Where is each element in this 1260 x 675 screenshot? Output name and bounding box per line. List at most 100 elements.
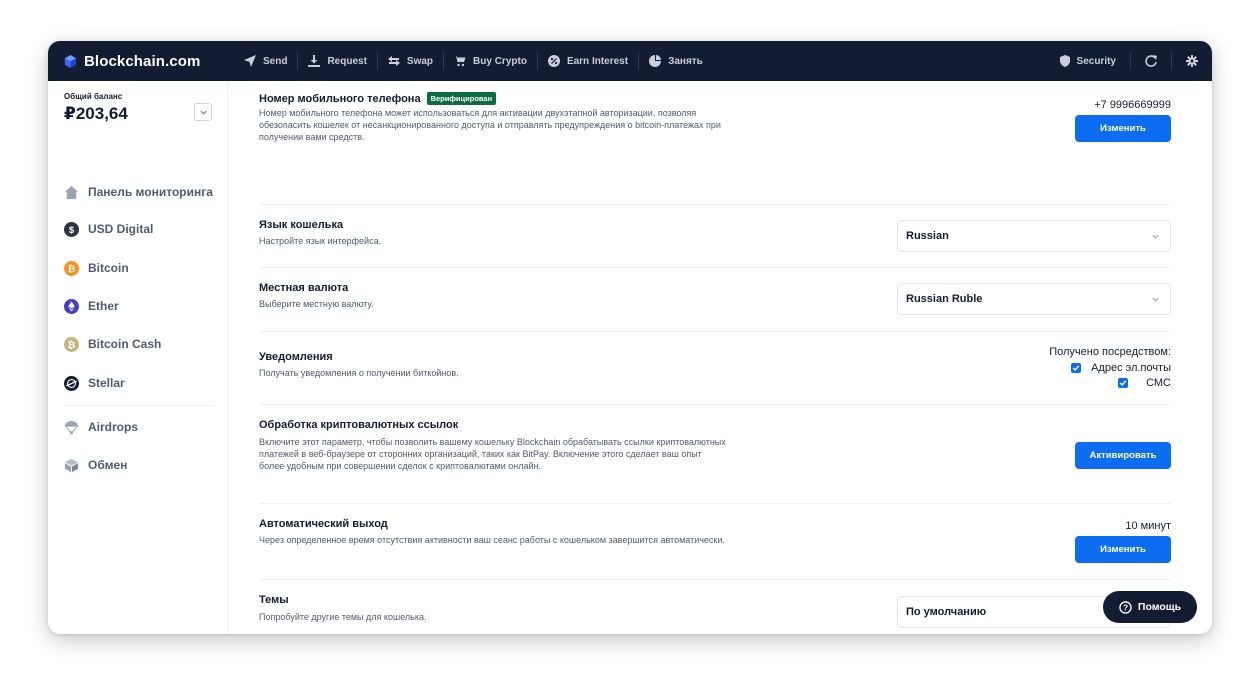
svg-text:$: $	[69, 224, 75, 234]
sidebar-item-label: Bitcoin Cash	[88, 337, 162, 351]
app-window: Blockchain.com Send Request Swap Buy Cry…	[48, 41, 1212, 634]
help-label: Помощь	[1137, 601, 1182, 613]
pie-icon	[649, 55, 662, 67]
nav-swap-label: Swap	[406, 55, 434, 67]
chevron-down-icon	[1152, 234, 1159, 239]
sms-option-label: СМС	[1146, 377, 1171, 389]
nav-request[interactable]: Request	[298, 52, 378, 70]
nav-swap[interactable]: Swap	[378, 52, 445, 70]
help-button[interactable]: ? Помощь	[1103, 591, 1197, 623]
security-label: Security	[1076, 55, 1116, 67]
settings-panel: Номер мобильного телефона Верифицирован …	[259, 81, 1171, 634]
nav-earn-interest[interactable]: Earn Interest	[538, 52, 640, 70]
currency-selected-value: Russian Ruble	[906, 293, 983, 305]
chevron-down-icon	[199, 110, 207, 115]
sidebar-item-label: Ether	[88, 299, 119, 313]
currency-select[interactable]: Russian Ruble	[897, 283, 1171, 315]
nav-buy-crypto[interactable]: Buy Crypto	[444, 52, 538, 70]
themes-selected-value: По умолчанию	[906, 606, 987, 618]
setting-row-auto-logout: Автоматический выход Через определенное …	[259, 504, 1171, 580]
language-selected-value: Russian	[906, 230, 949, 242]
sidebar-item-label: Stellar	[88, 376, 125, 390]
brand-logo[interactable]: Blockchain.com	[63, 41, 200, 81]
sms-notification-option[interactable]: СМС	[1118, 377, 1171, 389]
main-nav: Send Request Swap Buy Crypto Earn Intere…	[234, 41, 713, 81]
change-phone-button[interactable]: Изменить	[1075, 115, 1171, 142]
sidebar-item-label: Панель мониторинга	[88, 185, 213, 199]
verified-badge: Верифицирован	[426, 92, 497, 105]
setting-row-phone: Номер мобильного телефона Верифицирован …	[259, 81, 1171, 205]
sidebar-item-label: USD Digital	[88, 222, 154, 236]
sidebar-item-bitcoin-cash[interactable]: ₿ Bitcoin Cash	[64, 335, 161, 353]
sidebar-item-ether[interactable]: Ether	[64, 297, 119, 315]
nav-buy-crypto-label: Buy Crypto	[473, 55, 527, 67]
sidebar-item-usd-digital[interactable]: $ USD Digital	[64, 220, 153, 238]
language-select[interactable]: Russian	[897, 220, 1171, 252]
notifications-title: Уведомления	[259, 351, 333, 363]
send-icon	[244, 55, 256, 67]
svg-text:?: ?	[1123, 602, 1128, 612]
nav-request-label: Request	[327, 55, 367, 67]
email-checkbox[interactable]	[1071, 363, 1082, 373]
sidebar: Общий баланс ₽203,64 Панель мониторинга …	[48, 81, 228, 634]
sidebar-item-airdrops[interactable]: Airdrops	[64, 418, 138, 436]
email-notification-option[interactable]: Адрес эл.почты	[1071, 362, 1171, 374]
notifications-description: Получать уведомления о получении биткойн…	[259, 368, 459, 378]
percent-icon	[547, 55, 560, 67]
sidebar-divider	[64, 405, 214, 406]
setting-row-notifications: Уведомления Получать уведомления о получ…	[259, 332, 1171, 405]
activate-crypto-links-button[interactable]: Активировать	[1075, 442, 1171, 469]
sms-checkbox[interactable]	[1118, 378, 1129, 388]
sidebar-item-exchange[interactable]: Обмен	[64, 456, 127, 474]
stellar-icon	[64, 375, 79, 391]
bitcoin-icon: ₿	[64, 260, 79, 276]
phone-description: Номер мобильного телефона может использо…	[259, 108, 721, 142]
shield-icon	[1059, 55, 1070, 67]
language-title: Язык кошелька	[259, 219, 344, 231]
cart-icon	[454, 56, 466, 67]
sidebar-item-label: Обмен	[88, 458, 128, 472]
change-auto-logout-button[interactable]: Изменить	[1075, 536, 1171, 563]
setting-title: Номер мобильного телефона Верифицирован	[259, 92, 497, 105]
refresh-button[interactable]	[1130, 52, 1171, 70]
blockchain-logo-icon	[64, 54, 77, 68]
email-option-label: Адрес эл.почты	[1091, 362, 1171, 374]
svg-text:₿: ₿	[68, 263, 76, 273]
sidebar-item-stellar[interactable]: Stellar	[64, 374, 125, 392]
balance-expand-button[interactable]	[194, 103, 212, 121]
sidebar-item-dashboard[interactable]: Панель мониторинга	[64, 183, 213, 201]
top-right-tools: Security	[1045, 41, 1212, 81]
refresh-icon	[1145, 55, 1157, 67]
auto-logout-title: Автоматический выход	[259, 518, 388, 530]
themes-title: Темы	[259, 594, 289, 606]
nav-borrow-label: Занять	[668, 55, 703, 67]
nav-send-label: Send	[263, 55, 288, 67]
currency-title: Местная валюта	[259, 282, 349, 294]
sidebar-item-label: Airdrops	[88, 420, 139, 434]
sidebar-item-label: Bitcoin	[88, 261, 129, 275]
download-icon	[308, 55, 321, 67]
auto-logout-value: 10 минут	[1125, 520, 1171, 532]
ether-icon	[64, 298, 79, 314]
setting-row-currency: Местная валюта Выберите местную валюту. …	[259, 268, 1171, 332]
nav-send[interactable]: Send	[234, 52, 299, 70]
security-button[interactable]: Security	[1045, 52, 1130, 70]
phone-number-value: +7 9996669999	[1094, 99, 1171, 111]
top-navigation-bar: Blockchain.com Send Request Swap Buy Cry…	[48, 41, 1212, 81]
home-icon	[64, 185, 79, 199]
nav-earn-interest-label: Earn Interest	[566, 55, 629, 67]
check-icon	[1072, 365, 1080, 372]
gear-icon	[1186, 55, 1198, 67]
chevron-down-icon	[1152, 297, 1159, 302]
sidebar-item-bitcoin[interactable]: ₿ Bitcoin	[64, 259, 129, 277]
received-via-label: Получено посредством:	[1049, 346, 1171, 358]
check-icon	[1119, 380, 1127, 387]
auto-logout-description: Через определенное время отсутствия акти…	[259, 535, 725, 545]
svg-text:₿: ₿	[68, 339, 76, 349]
brand-name: Blockchain.com	[84, 52, 201, 70]
settings-button[interactable]	[1171, 52, 1212, 70]
language-description: Настройте язык интерфейса.	[259, 236, 382, 246]
swap-icon	[387, 56, 400, 66]
currency-description: Выберите местную валюту.	[259, 299, 374, 309]
nav-borrow[interactable]: Занять	[639, 52, 713, 70]
